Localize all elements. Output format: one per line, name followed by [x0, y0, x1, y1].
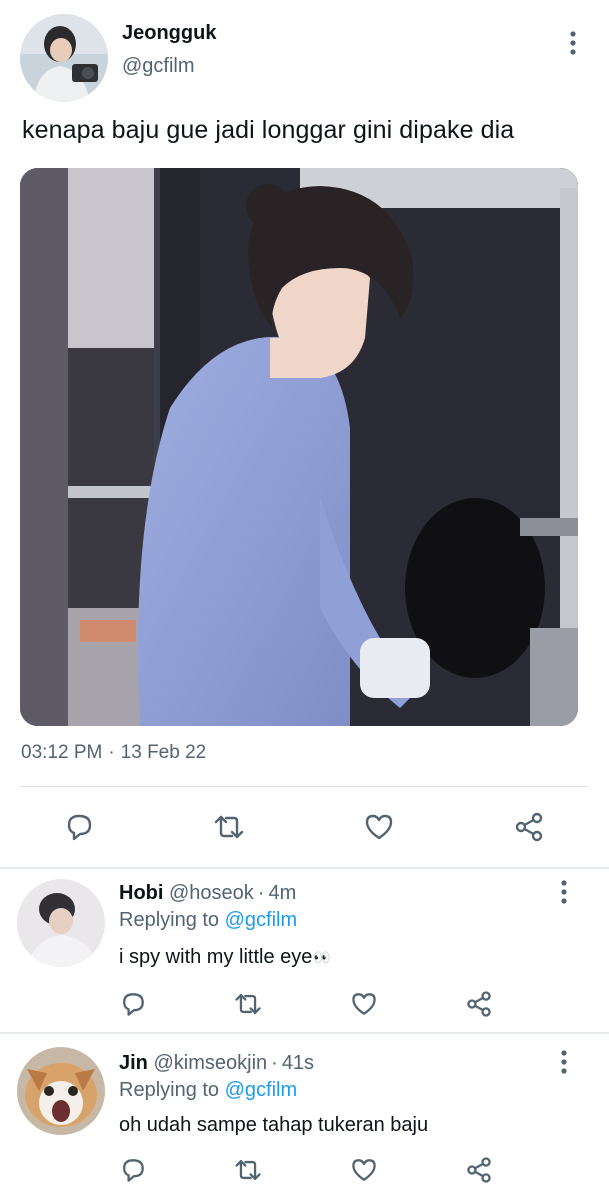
more-options-icon[interactable] [553, 879, 575, 905]
reply-item[interactable]: Jin @kimseokjin · 41s Replying to @gcfilm … [0, 1034, 609, 1200]
replying-mention[interactable]: @gcfilm [225, 909, 298, 931]
like-icon[interactable] [349, 1155, 379, 1185]
replying-mention[interactable]: @gcfilm [225, 1079, 298, 1101]
author-name[interactable]: Jeongguk [122, 22, 216, 45]
meta-separator: · [257, 882, 265, 904]
reply-author-handle[interactable]: @hoseok [169, 882, 254, 904]
like-icon[interactable] [349, 989, 379, 1019]
eyes-emoji: 👀 [313, 949, 331, 966]
replying-to: Replying to @gcfilm [119, 909, 297, 932]
reply-text: i spy with my little eye👀 [119, 946, 331, 969]
reply-header: Hobi @hoseok · 4m [119, 882, 296, 905]
reply-text-content: i spy with my little eye [119, 946, 313, 968]
reply-time: 41s [281, 1052, 315, 1074]
divider [20, 786, 588, 787]
like-icon[interactable] [362, 810, 396, 844]
reply-avatar[interactable] [17, 879, 105, 967]
tweet-time: 03:12 PM [21, 742, 103, 763]
reply-icon[interactable] [118, 989, 148, 1019]
retweet-icon[interactable] [233, 1155, 263, 1185]
reply-text: oh udah sampe tahap tukeran baju [119, 1114, 429, 1136]
replying-to: Replying to @gcfilm [119, 1079, 297, 1102]
more-options-icon[interactable] [553, 1049, 575, 1075]
reply-icon[interactable] [62, 810, 96, 844]
meta-separator: · [108, 742, 115, 763]
more-options-icon[interactable] [562, 30, 584, 56]
reply-author-name[interactable]: Jin [119, 1052, 148, 1074]
replying-label: Replying to [119, 909, 220, 931]
retweet-icon[interactable] [212, 810, 246, 844]
share-icon[interactable] [464, 989, 494, 1019]
reply-author-handle[interactable]: @kimseokjin [153, 1052, 267, 1074]
tweet-text: kenapa baju gue jadi longgar gini dipake… [22, 116, 515, 144]
retweet-icon[interactable] [233, 989, 263, 1019]
reply-item[interactable]: Hobi @hoseok · 4m Replying to @gcfilm i sp… [0, 869, 609, 1032]
tweet-date: 13 Feb 22 [120, 742, 207, 763]
tweet-timestamp[interactable]: 03:12 PM · 13 Feb 22 [21, 742, 206, 764]
reply-header: Jin @kimseokjin · 41s [119, 1052, 314, 1075]
author-avatar[interactable] [20, 14, 108, 102]
meta-separator: · [271, 1052, 278, 1074]
reply-time: 4m [268, 882, 297, 904]
share-icon[interactable] [464, 1155, 494, 1185]
author-handle[interactable]: @gcfilm [122, 55, 195, 78]
main-tweet: Jeongguk @gcfilm kenapa baju gue jadi lo… [0, 0, 609, 868]
reply-avatar[interactable] [17, 1047, 105, 1135]
tweet-photo[interactable] [20, 168, 578, 726]
reply-icon[interactable] [118, 1155, 148, 1185]
share-icon[interactable] [512, 810, 546, 844]
reply-author-name[interactable]: Hobi [119, 882, 163, 904]
replying-label: Replying to [119, 1079, 220, 1101]
